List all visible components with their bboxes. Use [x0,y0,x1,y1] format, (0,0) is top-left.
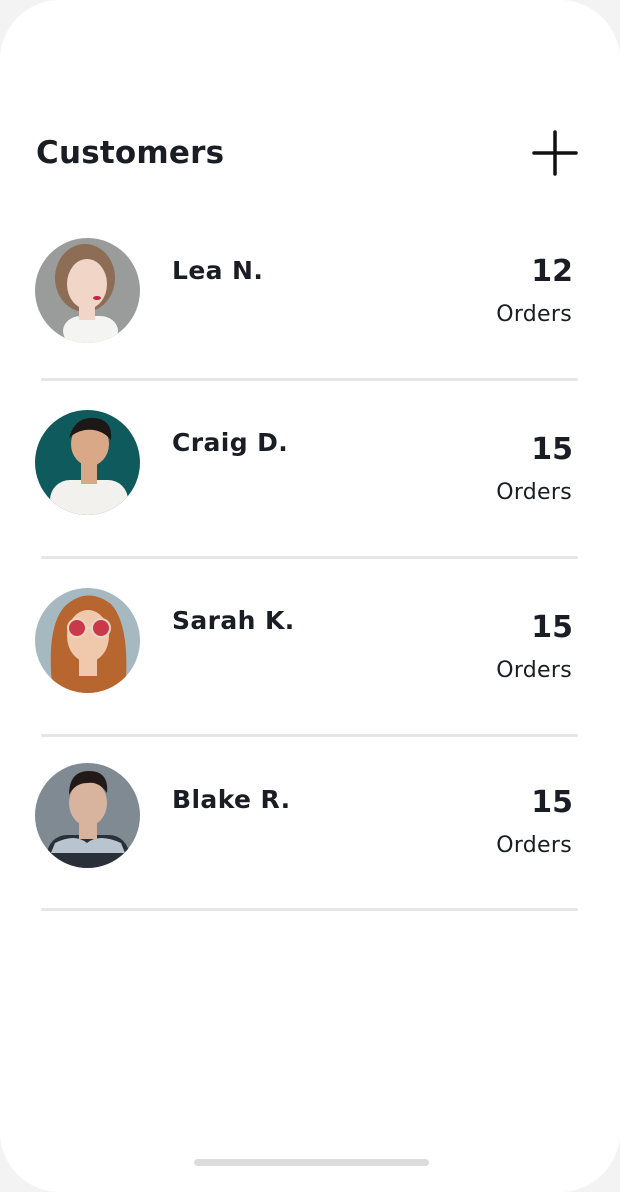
orders-label: Orders [496,833,572,858]
avatar [35,410,140,515]
orders-label: Orders [496,480,572,505]
orders-count: 15 [531,610,573,645]
orders-count: 15 [531,785,573,820]
plus-icon [532,130,578,176]
app-screen: Customers Lea N. 12 Orders Craig D. 15 O… [0,0,620,1192]
orders-label: Orders [496,302,572,327]
avatar [35,763,140,868]
divider [41,908,578,911]
divider [41,378,578,381]
customer-name: Craig D. [172,428,289,457]
avatar [35,588,140,693]
add-customer-button[interactable] [532,130,578,176]
customer-name: Sarah K. [172,606,295,635]
avatar [35,238,140,343]
orders-count: 12 [531,254,573,289]
divider [41,734,578,737]
customer-name: Lea N. [172,256,264,285]
orders-label: Orders [496,658,572,683]
divider [41,556,578,559]
orders-count: 15 [531,432,573,467]
home-indicator[interactable] [194,1159,429,1166]
customer-name: Blake R. [172,785,291,814]
header: Customers [36,130,584,180]
page-title: Customers [36,135,225,171]
